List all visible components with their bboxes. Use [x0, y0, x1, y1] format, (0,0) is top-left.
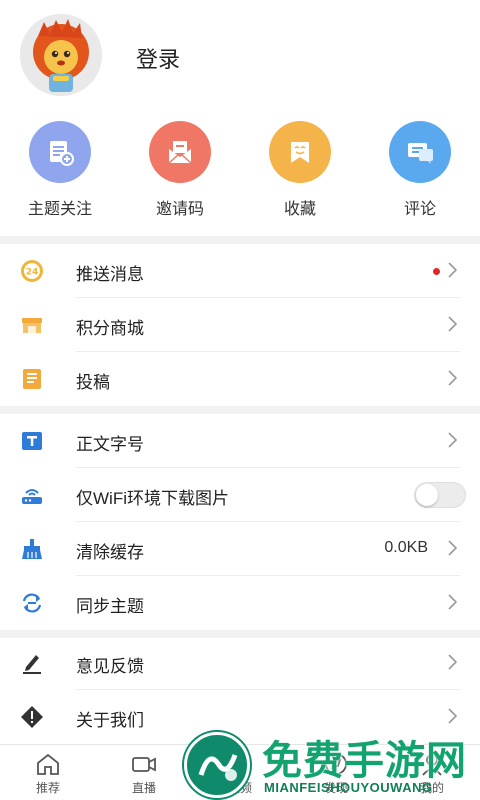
unread-dot	[433, 268, 440, 275]
avatar[interactable]	[20, 14, 102, 96]
login-link[interactable]: 登录	[136, 42, 180, 74]
chevron-right-icon	[448, 540, 458, 556]
chevron-right-icon	[448, 594, 458, 610]
wifi-only-toggle[interactable]	[414, 482, 466, 508]
quick-action-label: 收藏	[283, 201, 316, 218]
push-badge-text: 24	[26, 268, 39, 278]
sync-icon	[20, 591, 44, 615]
quick-actions: 主题关注 邀请码 收藏 评论	[0, 118, 480, 218]
tab-label: 推荐	[35, 781, 60, 795]
menu-item-clear-cache[interactable]: 清除缓存 0.0KB	[0, 522, 480, 576]
video-camera-icon	[132, 757, 156, 772]
quick-action-topic-follow[interactable]: 主题关注	[0, 118, 120, 218]
chevron-right-icon	[448, 370, 458, 386]
section-divider	[0, 406, 480, 414]
quick-action-label: 邀请码	[155, 201, 204, 218]
quick-action-comments[interactable]: 评论	[360, 118, 480, 218]
quick-action-label: 评论	[403, 201, 436, 218]
chevron-right-icon	[448, 262, 458, 278]
home-icon	[37, 753, 59, 775]
watermark-title: 免费手游网	[262, 738, 467, 784]
favorite-icon	[269, 121, 331, 183]
menu-item-label: 关于我们	[76, 711, 144, 730]
menu-item-label: 意见反馈	[76, 657, 144, 676]
quick-action-favorites[interactable]: 收藏	[240, 118, 360, 218]
menu-item-label: 仅WiFi环境下载图片	[76, 489, 229, 508]
watermark-subtitle: MIANFEISHOUYOUWANG	[264, 780, 433, 795]
tab-recommend[interactable]: 推荐	[0, 745, 96, 800]
menu-item-label: 投稿	[76, 373, 110, 392]
watermark-logo-icon	[184, 732, 250, 798]
lion-mascot-icon	[20, 14, 102, 96]
menu-item-wifi-images: 仅WiFi环境下载图片	[0, 468, 480, 522]
menu-item-sync-topics[interactable]: 同步主题	[0, 576, 480, 630]
broom-icon	[20, 537, 44, 561]
notebook-icon	[20, 367, 44, 391]
text-size-icon	[20, 429, 44, 453]
watermark: 免费手游网 MIANFEISHOUYOUWANG	[180, 726, 480, 800]
chevron-right-icon	[448, 654, 458, 670]
tab-live[interactable]: 直播	[96, 745, 192, 800]
menu-item-label: 清除缓存	[76, 543, 144, 562]
menu-item-points-mall[interactable]: 积分商城	[0, 298, 480, 352]
push-24-icon: 24	[20, 259, 44, 283]
invite-mail-icon	[149, 121, 211, 183]
tab-label: 直播	[131, 781, 156, 795]
menu-item-font-size[interactable]: 正文字号	[0, 414, 480, 468]
pen-icon	[20, 651, 44, 675]
cache-size-value: 0.0KB	[384, 539, 428, 556]
chevron-right-icon	[448, 432, 458, 448]
chevron-right-icon	[448, 708, 458, 724]
store-icon	[20, 313, 44, 337]
menu-item-feedback[interactable]: 意见反馈	[0, 636, 480, 690]
menu-item-contribute[interactable]: 投稿	[0, 352, 480, 406]
menu-item-label: 推送消息	[76, 265, 144, 284]
profile-header: 登录	[0, 0, 480, 110]
topic-follow-icon	[29, 121, 91, 183]
info-diamond-icon	[20, 705, 44, 729]
menu-item-label: 正文字号	[76, 435, 144, 454]
menu-item-label: 积分商城	[76, 319, 144, 338]
section-divider	[0, 236, 480, 244]
menu-item-label: 同步主题	[76, 597, 144, 616]
router-icon	[20, 483, 44, 507]
quick-action-label: 主题关注	[27, 201, 92, 218]
chevron-right-icon	[448, 316, 458, 332]
quick-action-invite-code[interactable]: 邀请码	[120, 118, 240, 218]
comment-icon	[389, 121, 451, 183]
menu-item-push[interactable]: 24 推送消息	[0, 244, 480, 298]
